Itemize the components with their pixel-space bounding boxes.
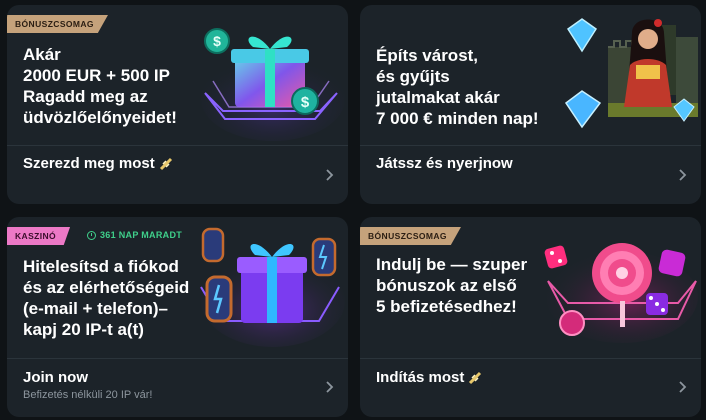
diamonds-and-queen-illustration [564,18,698,129]
promo-card-city-builder[interactable]: Építs várost, és gyűjts jutalmakat akár … [360,5,701,204]
category-badge: BÓNUSZCSOMAG [7,15,108,33]
chevron-right-icon[interactable] [678,168,687,182]
divider [360,145,701,146]
lollipop-and-dice-illustration [544,243,698,343]
category-badge: KASZINÓ [7,227,71,245]
chevron-right-icon[interactable] [325,168,334,182]
promo-card-welcome-bonus[interactable]: BÓNUSZCSOMAG $ $ Akár 2000 EUR + 500 IP … [7,5,348,204]
cta-label: Indítás most [376,369,465,386]
cta-label: Szerezd meg most [23,155,155,172]
promo-card-deposit-bonus[interactable]: BÓNUSZCSOMAG Indulj be — szuper bónuszok [360,217,701,417]
chevron-right-icon[interactable] [678,380,687,394]
promo-title: Hitelesítsd a fiókod és az elérhetőségei… [23,257,190,339]
svg-text:$: $ [213,33,221,49]
cta-button[interactable]: Indítás most [376,369,482,386]
days-remaining-label: 361 NAP MARADT [100,230,183,240]
purple-gift-with-lanterns-illustration [200,227,345,347]
category-badge: BÓNUSZCSOMAG [360,227,461,245]
cta-button[interactable]: Szerezd meg most [23,155,173,172]
divider [7,358,348,359]
svg-text:$: $ [301,94,310,111]
promo-title: Indulj be — szuper bónuszok az első 5 be… [376,255,528,316]
promo-card-verify-account[interactable]: KASZINÓ 361 NAP MARADT Hitelesítsd a fió… [7,217,348,417]
divider [360,358,701,359]
promo-title: Építs várost, és gyűjts jutalmakat akár … [376,46,539,128]
promo-subtext: Befizetés nélküli 20 IP vár! [23,389,153,401]
cta-label: Join now [23,369,88,386]
chevron-right-icon[interactable] [325,380,334,394]
promo-grid: BÓNUSZCSOMAG $ $ Akár 2000 EUR + 500 IP … [0,0,706,420]
sparkle-icon [469,371,482,384]
cta-button[interactable]: Join now [23,369,88,386]
divider [7,145,348,146]
sparkle-icon [159,157,172,170]
cta-button[interactable]: Játssz és nyerjnow [376,155,513,172]
cta-label: Játssz és nyerjnow [376,155,513,172]
gift-box-with-coins-illustration: $ $ [201,28,345,141]
promo-title: Akár 2000 EUR + 500 IP Ragadd meg az üdv… [23,45,177,127]
days-remaining: 361 NAP MARADT [87,230,182,240]
clock-icon [87,230,96,240]
